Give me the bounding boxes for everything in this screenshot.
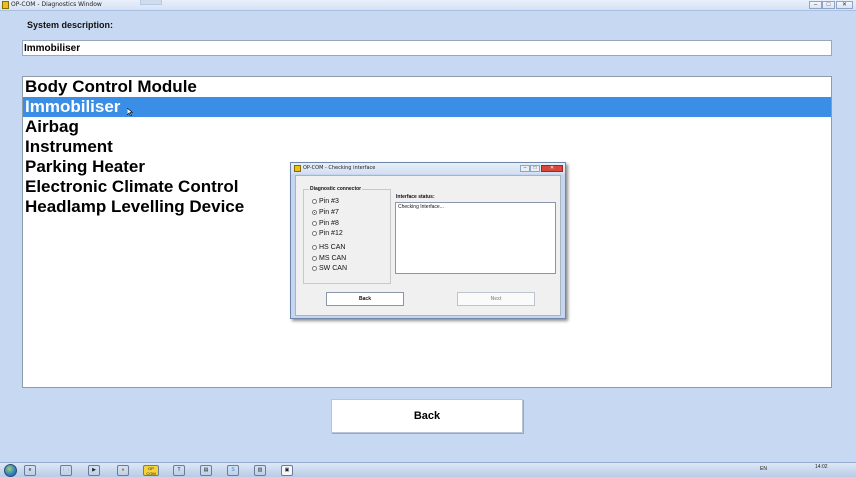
radio-label: Pin #8 [319, 220, 339, 227]
diagnostic-connector-label: Diagnostic connector [309, 186, 363, 192]
taskbar-clock[interactable]: 14:02 [815, 464, 828, 470]
radio-label: HS CAN [319, 244, 346, 251]
radio-pin-12[interactable]: Pin #12 [312, 230, 343, 237]
interface-status-label: Interface status: [396, 194, 435, 200]
radio-ms-can[interactable]: MS CAN [312, 255, 346, 262]
system-description-label: System description: [27, 20, 114, 30]
dialog-title-bar: OP-COM - Checking interface – □ ✕ [291, 163, 565, 174]
radio-pin-8[interactable]: Pin #8 [312, 220, 339, 227]
taskbar: e 🗀 ▶ ● OP COM T ▤ S ▥ ▣ EN 14:02 [0, 462, 856, 477]
radio-label: Pin #3 [319, 198, 339, 205]
dialog-maximize-button[interactable]: □ [530, 165, 540, 172]
opcom-window-icon[interactable]: ▣ [281, 465, 293, 476]
window-title-bar: OP-COM - Diagnostics Window – □ ✕ [0, 0, 856, 11]
mouse-cursor-icon [127, 108, 133, 116]
radio-pin-7[interactable]: Pin #7 [312, 209, 339, 216]
firefox-icon[interactable]: ● [117, 465, 129, 476]
interface-status-box: Checking Interface... [395, 202, 556, 274]
radio-label: Pin #12 [319, 230, 343, 237]
opcom-icon[interactable]: OP COM [143, 465, 159, 476]
radio-off-icon [312, 199, 317, 204]
window-title: OP-COM - Diagnostics Window [11, 1, 102, 8]
opcom-dialog-icon [294, 165, 301, 172]
folder-icon[interactable]: ▤ [200, 465, 212, 476]
files-icon[interactable]: ▥ [254, 465, 266, 476]
minimize-button[interactable]: – [809, 1, 822, 9]
skype-icon[interactable]: S [227, 465, 239, 476]
radio-on-icon [312, 210, 317, 215]
radio-label: Pin #7 [319, 209, 339, 216]
system-description-field: Immobiliser [22, 40, 832, 56]
radio-hs-can[interactable]: HS CAN [312, 244, 345, 251]
close-button[interactable]: ✕ [836, 1, 853, 9]
dialog-next-button[interactable]: Next [457, 292, 535, 306]
module-item-body-control[interactable]: Body Control Module [23, 77, 831, 97]
radio-sw-can[interactable]: SW CAN [312, 265, 347, 272]
title-tab-ghost [140, 0, 162, 5]
opcom-app-icon [2, 1, 9, 9]
maximize-button[interactable]: □ [822, 1, 835, 9]
checking-interface-dialog: OP-COM - Checking interface – □ ✕ Diagno… [290, 162, 566, 319]
radio-pin-3[interactable]: Pin #3 [312, 198, 339, 205]
dialog-back-button[interactable]: Back [326, 292, 404, 306]
start-button-icon[interactable] [4, 464, 17, 477]
radio-label: MS CAN [319, 255, 347, 262]
radio-off-icon [312, 231, 317, 236]
ie-icon[interactable]: e [24, 465, 36, 476]
module-item-airbag[interactable]: Airbag [23, 117, 831, 137]
dialog-title: OP-COM - Checking interface [303, 165, 376, 171]
radio-off-icon [312, 245, 317, 250]
notepad-icon[interactable]: T [173, 465, 185, 476]
media-player-icon[interactable]: ▶ [88, 465, 100, 476]
radio-label: SW CAN [319, 265, 347, 272]
explorer-icon[interactable]: 🗀 [60, 465, 72, 476]
dialog-body: Diagnostic connector Pin #3 Pin #7 Pin #… [295, 175, 561, 316]
language-indicator[interactable]: EN [760, 466, 767, 472]
radio-off-icon [312, 256, 317, 261]
module-item-instrument[interactable]: Instrument [23, 137, 831, 157]
radio-off-icon [312, 266, 317, 271]
dialog-minimize-button[interactable]: – [520, 165, 530, 172]
dialog-close-button[interactable]: ✕ [541, 165, 563, 172]
back-button[interactable]: Back [331, 399, 523, 433]
module-item-immobiliser[interactable]: Immobiliser [23, 97, 831, 117]
radio-off-icon [312, 221, 317, 226]
